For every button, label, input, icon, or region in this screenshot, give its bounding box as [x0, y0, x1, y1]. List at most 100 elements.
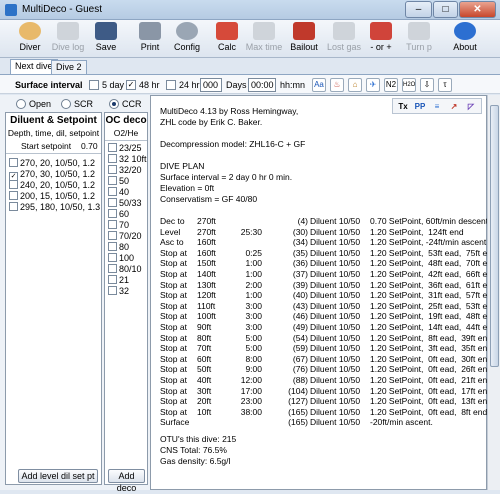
- checkbox[interactable]: [108, 198, 117, 207]
- deco-gas-item[interactable]: 32 10ft: [108, 154, 147, 164]
- checkbox[interactable]: [108, 231, 117, 240]
- pp-graph-icon[interactable]: PP: [413, 101, 427, 112]
- diver-button[interactable]: Diver: [14, 22, 46, 56]
- plan-cell: (39): [292, 279, 308, 290]
- text-format-icon[interactable]: Tx: [396, 101, 410, 112]
- plan-cell: (37): [292, 269, 308, 279]
- altitude-icon[interactable]: Aa: [312, 78, 326, 92]
- tau-icon[interactable]: τ: [438, 78, 452, 92]
- oc-deco-subheader: O2/He: [113, 128, 139, 138]
- diluent-item[interactable]: 200, 15, 10/50, 1.2: [9, 191, 95, 201]
- checkbox[interactable]: [108, 176, 117, 185]
- calc-button[interactable]: Calc: [214, 22, 240, 56]
- home-icon[interactable]: ⌂: [348, 78, 362, 92]
- plan-cell: 20ft: [197, 396, 212, 407]
- deco-gas-item[interactable]: 70/20: [108, 231, 142, 241]
- add-deco-button[interactable]: Add deco: [108, 469, 145, 493]
- config-button[interactable]: Config: [172, 22, 202, 56]
- plan-cell: Diluent 10/50: [310, 385, 361, 396]
- print-button[interactable]: Print: [136, 22, 164, 56]
- checkbox-48-hr[interactable]: ✓: [126, 80, 136, 90]
- plan-cell: Dec to: [160, 216, 185, 226]
- about-button[interactable]: About: [450, 22, 480, 56]
- checkbox[interactable]: [108, 143, 117, 152]
- checkbox[interactable]: [108, 253, 117, 262]
- chart-icon[interactable]: ◸: [464, 101, 478, 112]
- tab-dive-2[interactable]: Dive 2: [51, 60, 87, 74]
- checkbox[interactable]: [108, 275, 117, 284]
- gas-settings-panel: Open SCR CCR Diluent & Setpoint Depth, t…: [0, 95, 150, 493]
- table-icon[interactable]: ≡: [430, 101, 444, 112]
- plan-cell: (165): [288, 406, 308, 417]
- max-time-button[interactable]: Max time: [244, 22, 284, 56]
- add-level-button[interactable]: Add level dil set pt: [18, 469, 98, 483]
- turn-p-button[interactable]: Turn p: [404, 22, 434, 56]
- profile-graph-icon[interactable]: ↗: [447, 101, 461, 112]
- checkbox[interactable]: [108, 242, 117, 251]
- heat-icon[interactable]: ♨: [330, 78, 344, 92]
- gear-icon: [176, 22, 198, 40]
- diluent-item[interactable]: ✓ 270, 30, 10/50, 1.2: [9, 169, 95, 181]
- flight-icon[interactable]: ✈: [366, 78, 380, 92]
- radio-open[interactable]: [16, 99, 26, 109]
- dive-plan-output[interactable]: Tx PP ≡ ↗ ◸ MultiDeco 4.13 by Ross Hemin…: [150, 95, 497, 490]
- deco-gas-item[interactable]: 80: [108, 242, 129, 252]
- output-scrollbar[interactable]: [487, 95, 500, 490]
- deco-gas-item[interactable]: 32: [108, 286, 129, 296]
- lost-gas-button[interactable]: Lost gas: [326, 22, 362, 56]
- checkbox[interactable]: [108, 264, 117, 273]
- deco-gas-item[interactable]: 21: [108, 275, 129, 285]
- deco-gas-item[interactable]: 70: [108, 220, 129, 230]
- n2-icon[interactable]: N2: [384, 78, 398, 92]
- time-input[interactable]: 00:00: [248, 78, 276, 92]
- days-input[interactable]: 000: [200, 78, 222, 92]
- turn-pressure-icon: [408, 22, 430, 40]
- diluent-item[interactable]: 240, 20, 10/50, 1.2: [9, 180, 95, 190]
- close-button[interactable]: ✕: [459, 1, 496, 18]
- start-setpoint-value[interactable]: 0.70: [81, 141, 98, 151]
- checkbox[interactable]: [108, 220, 117, 229]
- plan-cell: Diluent 10/50: [310, 343, 361, 354]
- checkbox-24-hr[interactable]: [166, 80, 176, 90]
- save-button[interactable]: Save: [92, 22, 120, 56]
- checkbox[interactable]: [108, 154, 117, 163]
- deco-gas-item[interactable]: 40: [108, 187, 129, 197]
- h2o-icon[interactable]: H2O: [402, 78, 416, 92]
- deco-gas-item[interactable]: 80/10: [108, 264, 142, 274]
- plan-cell: 1.20 SetPoint, 36ft ead, 61ft end: [370, 279, 497, 290]
- usb-icon[interactable]: ⇩: [420, 78, 434, 92]
- floppy-disk-icon: [95, 22, 117, 40]
- radio-ccr[interactable]: [109, 99, 119, 109]
- checkbox-5-day[interactable]: [89, 80, 99, 90]
- header-line: MultiDeco 4.13 by Ross Hemingway,: [160, 106, 299, 116]
- checkbox[interactable]: [108, 165, 117, 174]
- diluent-item[interactable]: 295, 180, 10/50, 1.3: [9, 202, 100, 212]
- plus-minus-icon: [370, 22, 392, 40]
- minus-or-plus-button[interactable]: - or +: [368, 22, 394, 56]
- deco-gas-item[interactable]: 100: [108, 253, 134, 263]
- deco-gas-item[interactable]: 50/33: [108, 198, 142, 208]
- deco-gas-item[interactable]: 50: [108, 176, 129, 186]
- dive-log-button[interactable]: Dive log: [50, 22, 86, 56]
- deco-gas-item[interactable]: 32/20: [108, 165, 142, 175]
- diluent-item[interactable]: 270, 20, 10/50, 1.2: [9, 158, 95, 168]
- deco-gas-item[interactable]: 23/25: [108, 143, 142, 153]
- plan-cell: Stop at: [160, 300, 187, 311]
- plan-cell: 1.20 SetPoint, 48ft ead, 70ft end: [370, 258, 497, 269]
- maximize-button[interactable]: □: [433, 1, 458, 18]
- checkbox[interactable]: [9, 158, 18, 167]
- checkbox[interactable]: [9, 191, 18, 200]
- plan-cell: 8:00: [245, 353, 262, 364]
- checkbox[interactable]: [9, 202, 18, 211]
- scrollbar-thumb[interactable]: [490, 105, 499, 367]
- deco-gas-item[interactable]: 60: [108, 209, 129, 219]
- plan-cell: 1.20 SetPoint, 0ft ead, 21ft end: [370, 375, 492, 385]
- checkbox[interactable]: [108, 209, 117, 218]
- checkbox[interactable]: [108, 286, 117, 295]
- plan-cell: (127): [288, 396, 308, 407]
- minimize-button[interactable]: –: [405, 1, 432, 18]
- radio-scr[interactable]: [61, 99, 71, 109]
- checkbox[interactable]: [108, 187, 117, 196]
- bailout-button[interactable]: Bailout: [287, 22, 321, 56]
- checkbox[interactable]: [9, 180, 18, 189]
